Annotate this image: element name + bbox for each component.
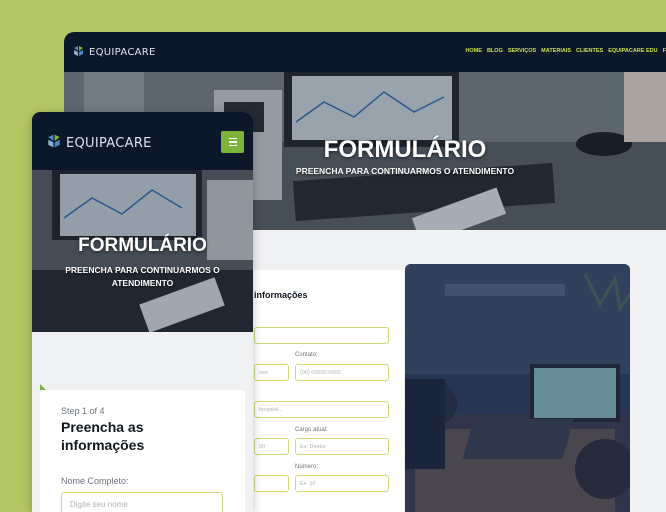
- hospital-input[interactable]: hospital...: [254, 401, 389, 418]
- hamburger-menu-button[interactable]: [221, 131, 244, 153]
- name-input[interactable]: Digite seu nome: [61, 492, 223, 512]
- mobile-form-title: Preencha as informações: [61, 419, 145, 454]
- desktop-menu: HOME BLOG SERVIÇOS MATERIAIS CLIENTES EQ…: [465, 48, 666, 54]
- desktop-email-input[interactable]: ven: [254, 364, 289, 381]
- logo-icon: [73, 45, 84, 60]
- hamburger-icon: [228, 137, 237, 140]
- mobile-form-card: Step 1 of 4 Preencha as informações Nome…: [40, 390, 245, 512]
- nav-materiais[interactable]: MATERIAIS: [541, 48, 571, 54]
- form-step-indicator: Step 1 of 4: [61, 406, 105, 416]
- desktop-side-photo: [405, 264, 630, 512]
- card-corner-accent: [40, 384, 46, 390]
- mobile-logo[interactable]: EQUIPACARE: [47, 133, 152, 153]
- mobile-hero-title: FORMULÁRIO: [78, 235, 207, 256]
- mobile-mockup: EQUIPACARE FORMULÁRIO PREENCHA PARA CONT…: [32, 112, 253, 512]
- office-photo: [405, 264, 630, 512]
- nav-clientes[interactable]: CLIENTES: [576, 48, 603, 54]
- desktop-form-title: informações: [254, 290, 308, 300]
- mobile-hero: FORMULÁRIO PREENCHA PARA CONTINUARMOS O …: [32, 170, 253, 332]
- nav-blog[interactable]: BLOG: [487, 48, 503, 54]
- logo-icon: [47, 133, 61, 153]
- desktop-cep-input[interactable]: 00: [254, 438, 289, 455]
- desktop-name-input[interactable]: [254, 327, 389, 344]
- mobile-navbar: EQUIPACARE: [32, 112, 253, 170]
- cargo-label: Cargo atual:: [295, 427, 328, 433]
- nav-servicos[interactable]: SERVIÇOS: [508, 48, 536, 54]
- contato-label: Contato:: [295, 352, 318, 358]
- desktop-logo[interactable]: EQUIPACARE: [73, 45, 156, 60]
- numero-label: Número:: [295, 464, 319, 470]
- cargo-input[interactable]: Ex: Diretor: [295, 438, 389, 455]
- desktop-brand-name: EQUIPACARE: [89, 47, 156, 58]
- nav-home[interactable]: HOME: [465, 48, 482, 54]
- nav-overflow[interactable]: F: [663, 48, 666, 54]
- numero-input[interactable]: Ex: 10: [295, 475, 389, 492]
- contato-input[interactable]: (00) 00000-0000: [295, 364, 389, 381]
- mobile-brand-name: EQUIPACARE: [66, 135, 152, 151]
- name-label: Nome Completo:: [61, 476, 129, 486]
- desktop-navbar: EQUIPACARE HOME BLOG SERVIÇOS MATERIAIS …: [64, 32, 666, 72]
- desktop-address-input[interactable]: [254, 475, 289, 492]
- nav-equipacare-edu[interactable]: EQUIPACARE EDU: [608, 48, 657, 54]
- mobile-hero-subtitle: PREENCHA PARA CONTINUARMOS O ATENDIMENTO: [65, 265, 220, 288]
